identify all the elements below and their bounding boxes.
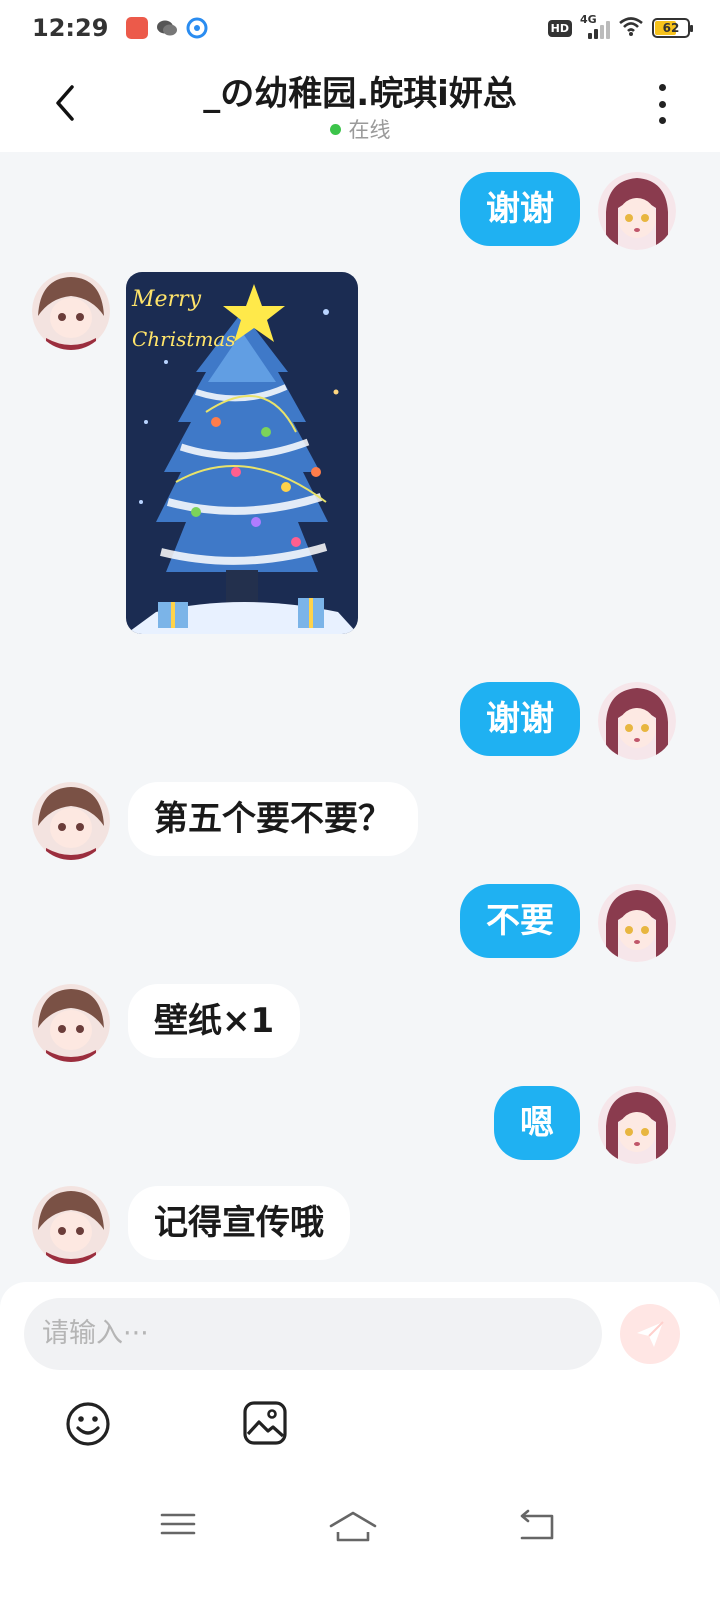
back-nav-button[interactable] [516,1508,576,1548]
chat-header: _の幼稚园.皖琪i妍总 在线 [0,56,720,152]
contact-avatar[interactable] [32,782,110,860]
menu-icon [160,1513,196,1535]
message-bubble-received[interactable]: 第五个要不要？ [128,782,418,856]
hd-badge: HD [547,19,572,37]
image-message[interactable]: Merry Christmas [126,272,358,634]
signal-icon: 4G [580,13,610,39]
christmas-tree-image: Merry Christmas [126,272,358,634]
smiley-icon [66,1402,110,1446]
battery-level: 62 [662,21,680,35]
wechat-icon [156,17,178,39]
message-row: 壁纸×1 [0,984,720,1064]
status-time: 12:29 [32,14,109,42]
image-icon [243,1401,287,1445]
photo-app-icon [126,17,149,39]
wifi-icon [618,15,644,41]
return-icon [520,1509,554,1540]
message-bubble-received[interactable]: 记得宣传哦 [128,1186,350,1260]
my-avatar[interactable] [598,682,676,760]
send-icon [637,1321,664,1347]
more-options-button[interactable] [644,84,680,124]
home-icon [329,1511,377,1542]
christmas-text: Christmas [132,327,236,351]
system-nav-bar [0,1500,720,1600]
message-row: Merry Christmas [0,272,720,642]
online-status: 在线 [0,114,720,144]
network-type: 4G [580,13,597,26]
my-avatar[interactable] [598,1086,676,1164]
chat-title: _の幼稚园.皖琪i妍总 [203,74,517,114]
message-bubble-sent[interactable]: 不要 [460,884,580,958]
battery-icon: 62 [652,18,693,38]
status-bar: 12:29 HD 4G 62 [0,0,720,56]
merry-text: Merry [131,287,202,312]
message-bubble-received[interactable]: 壁纸×1 [128,984,301,1058]
message-list[interactable]: 谢谢 Merry Christmas 谢谢 第五个要不要？ 不要 壁纸×1 嗯 … [0,152,720,1282]
message-bubble-sent[interactable]: 谢谢 [460,172,580,246]
message-row: 谢谢 [0,682,720,762]
my-avatar[interactable] [598,172,676,250]
home-nav-button[interactable] [328,1508,388,1548]
message-row: 谢谢 [0,172,720,252]
message-bubble-sent[interactable]: 谢谢 [460,682,580,756]
menu-nav-button[interactable] [158,1508,218,1548]
contact-avatar[interactable] [32,1186,110,1264]
message-row: 不要 [0,884,720,964]
contact-avatar[interactable] [32,272,110,350]
send-button[interactable] [620,1304,680,1364]
my-avatar[interactable] [598,884,676,962]
online-dot [329,124,341,135]
browser-icon [186,17,208,39]
contact-avatar[interactable] [32,984,110,1062]
message-row: 第五个要不要？ [0,782,720,862]
message-row: 嗯 [0,1086,720,1166]
image-picker-button[interactable] [242,1400,288,1446]
message-bubble-sent[interactable]: 嗯 [494,1086,580,1160]
message-row: 记得宣传哦 [0,1186,720,1266]
emoji-button[interactable] [64,1400,112,1448]
online-status-label: 在线 [348,118,391,142]
message-input[interactable]: 请输入··· [24,1298,602,1370]
